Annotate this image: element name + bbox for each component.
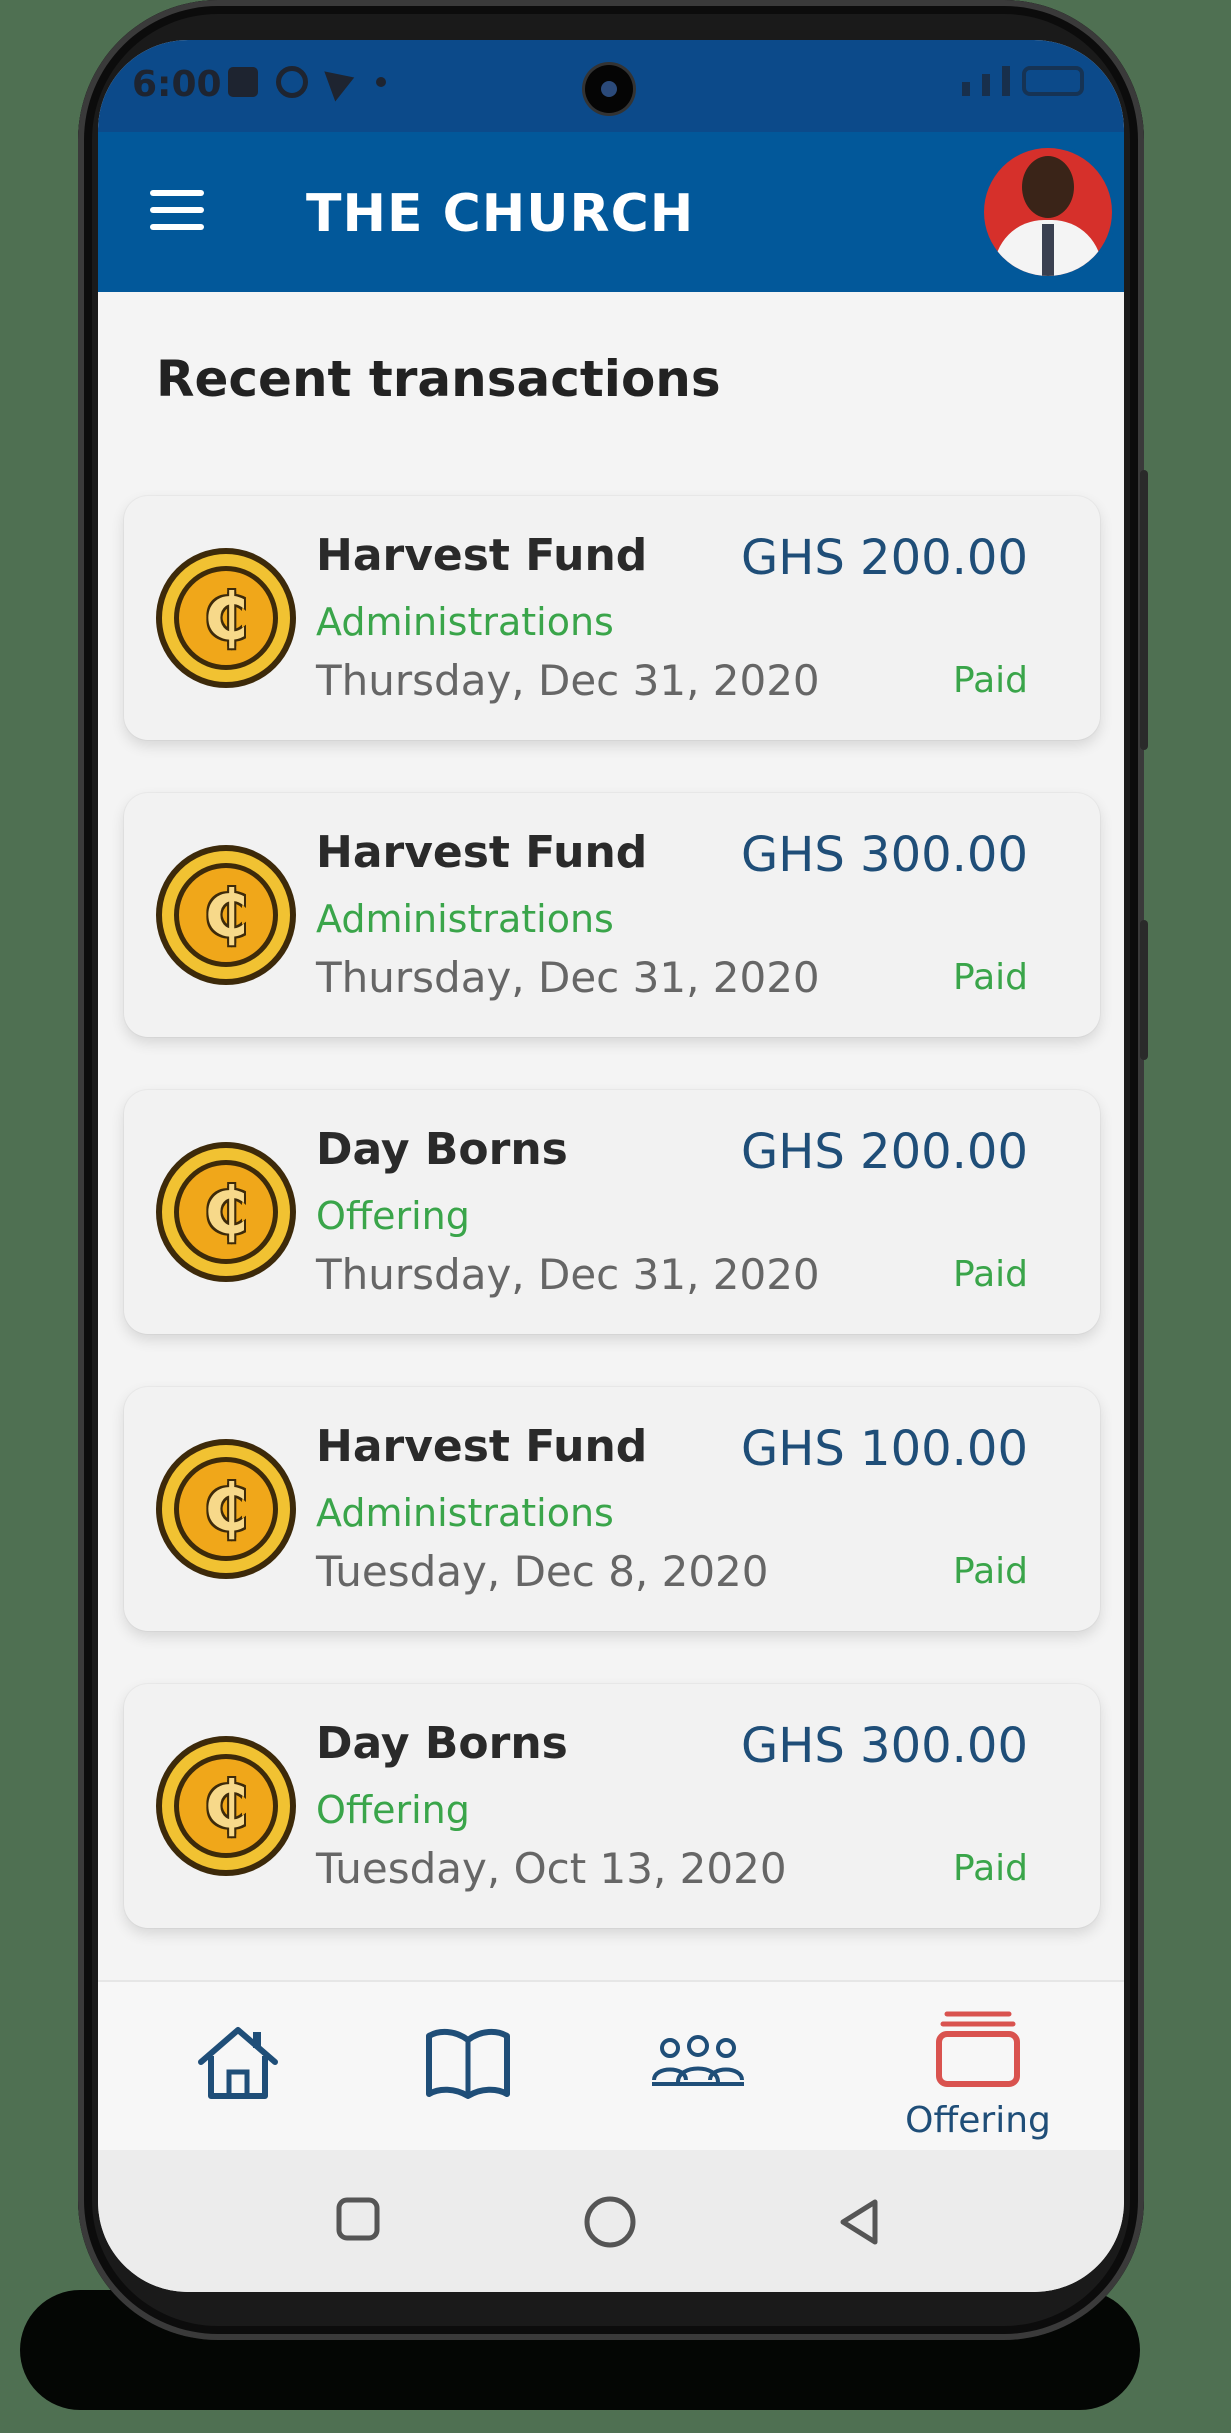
circle-icon: [584, 2196, 636, 2248]
avatar-tie: [1042, 224, 1054, 276]
hamburger-menu-icon[interactable]: [150, 190, 204, 230]
transaction-category: Administrations: [316, 897, 614, 941]
transaction-date: Thursday, Dec 31, 2020: [316, 1250, 820, 1299]
telegram-icon: [324, 62, 360, 102]
cedi-coin-icon: ₵: [156, 845, 296, 985]
status-bar: 6:00: [98, 40, 1124, 132]
app-bar: THE CHURCH: [98, 132, 1124, 292]
user-avatar[interactable]: [984, 148, 1112, 276]
offering-icon: [936, 2011, 1020, 2087]
volume-button: [1140, 470, 1148, 750]
transaction-card[interactable]: ₵ Day Borns Offering Tuesday, Oct 13, 20…: [124, 1684, 1100, 1928]
transaction-category: Offering: [316, 1194, 470, 1238]
transaction-date: Tuesday, Oct 13, 2020: [316, 1844, 787, 1893]
notification-icons: [228, 62, 386, 102]
front-camera: [585, 65, 633, 113]
system-status-icons: [962, 66, 1084, 96]
transaction-card[interactable]: ₵ Harvest Fund Administrations Tuesday, …: [124, 1387, 1100, 1631]
more-notifications-icon: [376, 77, 386, 87]
transaction-date: Thursday, Dec 31, 2020: [316, 656, 820, 705]
transaction-amount: GHS 100.00: [741, 1421, 1028, 1477]
bottom-navigation: Offering: [98, 1980, 1124, 2152]
avatar-face: [1022, 156, 1074, 218]
transaction-amount: GHS 200.00: [741, 530, 1028, 586]
transaction-status: Paid: [952, 1551, 1028, 1592]
nav-offering[interactable]: Offering: [878, 1982, 1078, 2152]
transaction-status: Paid: [952, 957, 1028, 998]
book-icon: [426, 2028, 510, 2099]
transaction-title: Day Borns: [316, 1718, 568, 1769]
system-navigation-bar: [98, 2150, 1124, 2292]
transaction-amount: GHS 200.00: [741, 1124, 1028, 1180]
home-icon: [198, 2027, 278, 2099]
battery-icon: [1022, 66, 1084, 96]
transaction-amount: GHS 300.00: [741, 827, 1028, 883]
nav-people[interactable]: [618, 1982, 778, 2152]
transaction-date: Tuesday, Dec 8, 2020: [316, 1547, 769, 1596]
signal-bar: [1002, 66, 1010, 96]
transaction-status: Paid: [952, 1254, 1028, 1295]
status-time: 6:00: [132, 64, 222, 105]
gallery-notification-icon: [228, 67, 258, 97]
signal-bar: [962, 82, 970, 96]
transaction-title: Harvest Fund: [316, 1421, 648, 1472]
transaction-card[interactable]: ₵ Harvest Fund Administrations Thursday,…: [124, 496, 1100, 740]
nav-offering-label: Offering: [905, 2100, 1051, 2141]
section-title: Recent transactions: [156, 350, 721, 408]
transaction-title: Day Borns: [316, 1124, 568, 1175]
cedi-coin-icon: ₵: [156, 548, 296, 688]
cedi-coin-icon: ₵: [156, 1439, 296, 1579]
recent-apps-button[interactable]: [333, 2194, 383, 2248]
transaction-date: Thursday, Dec 31, 2020: [316, 953, 820, 1002]
home-button[interactable]: [582, 2194, 638, 2254]
people-icon: [652, 2035, 744, 2086]
transaction-category: Offering: [316, 1788, 470, 1832]
transaction-status: Paid: [952, 1848, 1028, 1889]
phone-screen: 6:00 THE CHURCH Recent transactions ₵ Ha…: [98, 40, 1124, 2292]
square-icon: [336, 2197, 380, 2241]
nav-book[interactable]: [388, 1982, 548, 2152]
transaction-category: Administrations: [316, 600, 614, 644]
nav-home[interactable]: [158, 1982, 318, 2152]
app-title: THE CHURCH: [306, 184, 695, 244]
transaction-status: Paid: [952, 660, 1028, 701]
transaction-category: Administrations: [316, 1491, 614, 1535]
transaction-card[interactable]: ₵ Day Borns Offering Thursday, Dec 31, 2…: [124, 1090, 1100, 1334]
transaction-title: Harvest Fund: [316, 530, 648, 581]
signal-bar: [982, 74, 990, 96]
back-triangle-icon: [840, 2199, 878, 2245]
whatsapp-icon: [276, 66, 308, 98]
transaction-card[interactable]: ₵ Harvest Fund Administrations Thursday,…: [124, 793, 1100, 1037]
cedi-coin-icon: ₵: [156, 1736, 296, 1876]
transaction-title: Harvest Fund: [316, 827, 648, 878]
back-button[interactable]: [833, 2194, 883, 2254]
transaction-amount: GHS 300.00: [741, 1718, 1028, 1774]
power-button: [1140, 920, 1148, 1060]
cedi-coin-icon: ₵: [156, 1142, 296, 1282]
